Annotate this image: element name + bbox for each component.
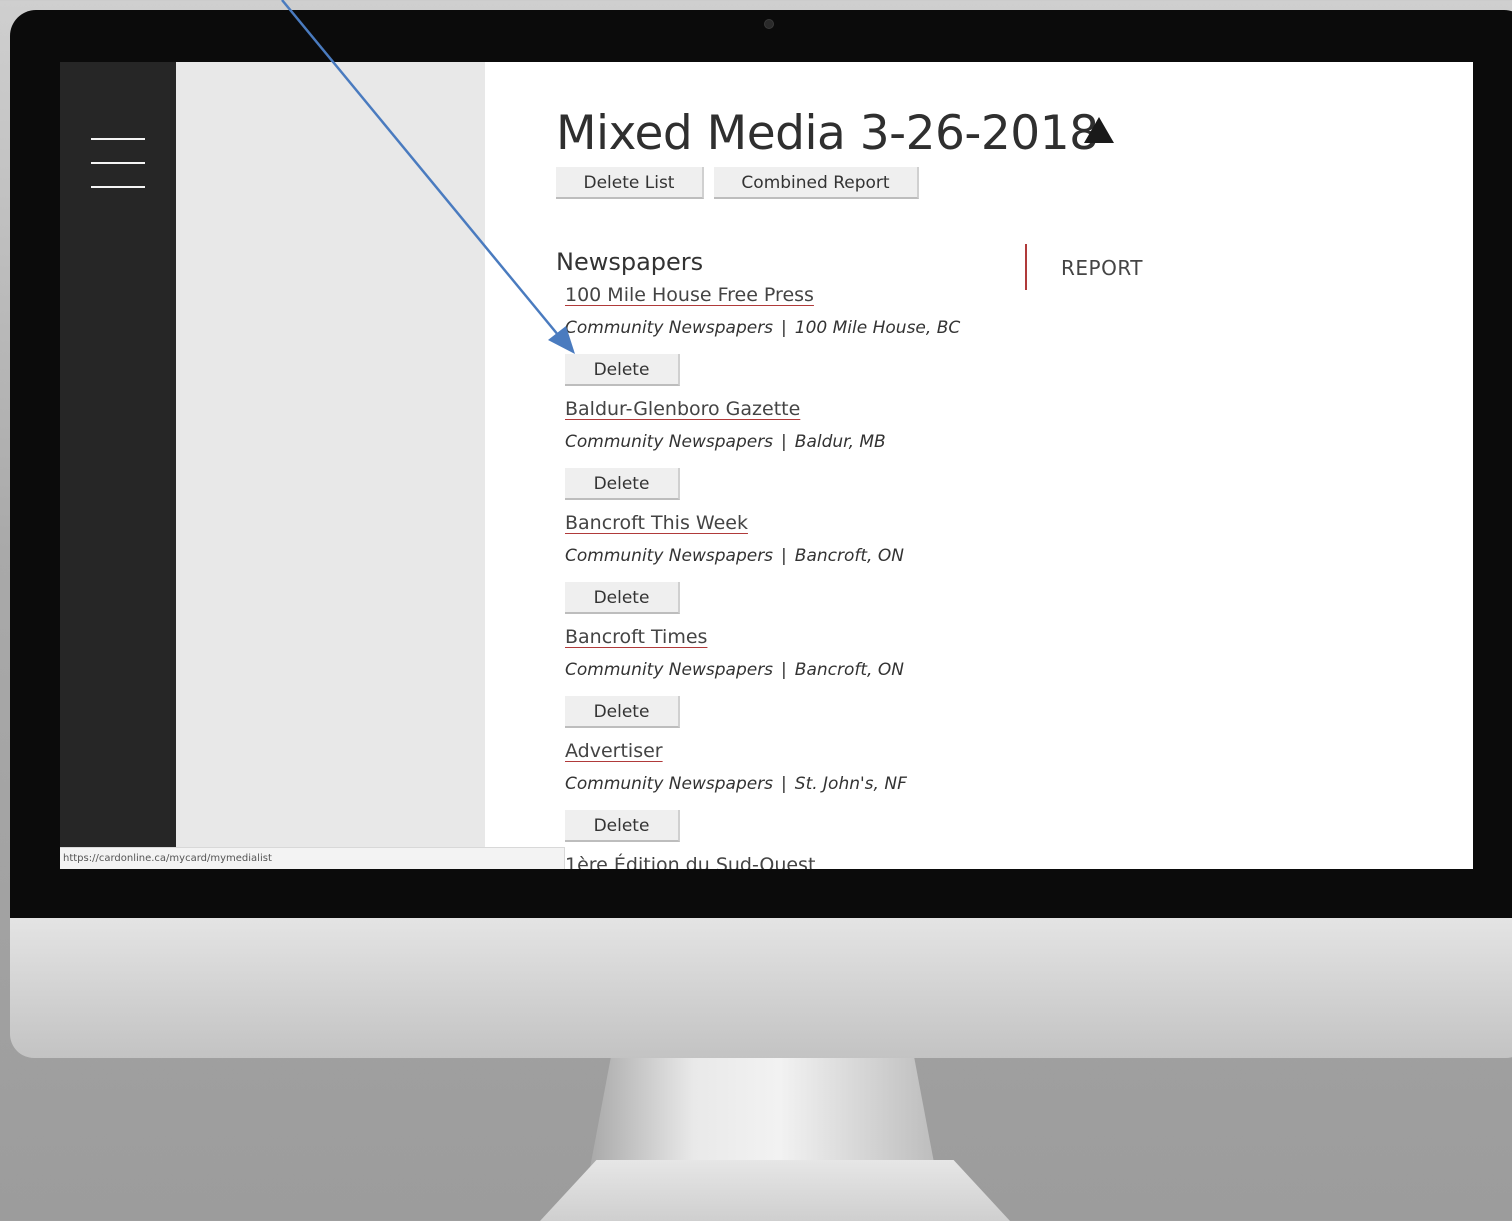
delete-button[interactable]: Delete xyxy=(565,582,680,614)
monitor-stand xyxy=(590,1058,935,1168)
list-item: 1ère Édition du Sud-Ouest xyxy=(565,854,1165,869)
media-name-link[interactable]: Bancroft This Week xyxy=(565,512,748,534)
media-meta: Community Newspapers | Bancroft, ON xyxy=(565,660,904,680)
collapse-triangle-up-icon[interactable] xyxy=(1084,117,1114,143)
meta-separator: | xyxy=(781,546,787,566)
list-item: Bancroft This Week Community Newspapers |… xyxy=(565,512,1165,626)
side-panel xyxy=(176,62,485,869)
media-location: Bancroft, ON xyxy=(794,546,904,566)
media-category: Community Newspapers xyxy=(565,432,774,452)
media-name-link[interactable]: Baldur-Glenboro Gazette xyxy=(565,398,800,420)
media-meta: Community Newspapers | 100 Mile House, BC xyxy=(565,318,960,338)
list-item: Baldur-Glenboro Gazette Community Newspa… xyxy=(565,398,1165,512)
delete-button[interactable]: Delete xyxy=(565,810,680,842)
list-item: 100 Mile House Free Press Community News… xyxy=(565,284,1165,398)
media-category: Community Newspapers xyxy=(565,318,774,338)
meta-separator: | xyxy=(781,660,787,680)
delete-button[interactable]: Delete xyxy=(565,354,680,386)
meta-separator: | xyxy=(781,318,787,338)
section-header-newspapers: Newspapers xyxy=(556,248,704,276)
media-name-link[interactable]: Bancroft Times xyxy=(565,626,707,648)
monitor-stand-base xyxy=(540,1160,1010,1221)
media-category: Community Newspapers xyxy=(565,546,774,566)
meta-separator: | xyxy=(781,774,787,794)
hamburger-menu-icon[interactable] xyxy=(91,138,145,188)
media-location: Bancroft, ON xyxy=(794,660,904,680)
list-item: Bancroft Times Community Newspapers | Banc… xyxy=(565,626,1165,740)
report-link[interactable]: REPORT xyxy=(1061,256,1143,280)
list-item: Advertiser Community Newspapers | St. John… xyxy=(565,740,1165,854)
media-category: Community Newspapers xyxy=(565,660,774,680)
media-name-link[interactable]: 1ère Édition du Sud-Ouest xyxy=(565,854,815,869)
media-location: St. John's, NF xyxy=(794,774,907,794)
media-category: Community Newspapers xyxy=(565,774,774,794)
meta-separator: | xyxy=(781,432,787,452)
monitor-chin xyxy=(10,918,1512,1058)
nav-rail xyxy=(60,62,176,869)
media-meta: Community Newspapers | St. John's, NF xyxy=(565,774,907,794)
webcam-icon xyxy=(765,20,773,28)
media-list: 100 Mile House Free Press Community News… xyxy=(565,284,1165,869)
delete-button[interactable]: Delete xyxy=(565,468,680,500)
media-location: Baldur, MB xyxy=(794,432,886,452)
screen: Mixed Media 3-26-2018 Delete List Combin… xyxy=(60,62,1473,869)
combined-report-button[interactable]: Combined Report xyxy=(714,167,919,199)
status-bar-url: https://cardonline.ca/mycard/mymedialist xyxy=(60,847,565,869)
media-name-link[interactable]: Advertiser xyxy=(565,740,663,762)
media-meta: Community Newspapers | Baldur, MB xyxy=(565,432,886,452)
delete-button[interactable]: Delete xyxy=(565,696,680,728)
page-title: Mixed Media 3-26-2018 xyxy=(556,106,1099,161)
media-meta: Community Newspapers | Bancroft, ON xyxy=(565,546,904,566)
main-content: Mixed Media 3-26-2018 Delete List Combin… xyxy=(556,62,1456,869)
media-name-link[interactable]: 100 Mile House Free Press xyxy=(565,284,814,306)
delete-list-button[interactable]: Delete List xyxy=(556,167,704,199)
media-location: 100 Mile House, BC xyxy=(794,318,961,338)
